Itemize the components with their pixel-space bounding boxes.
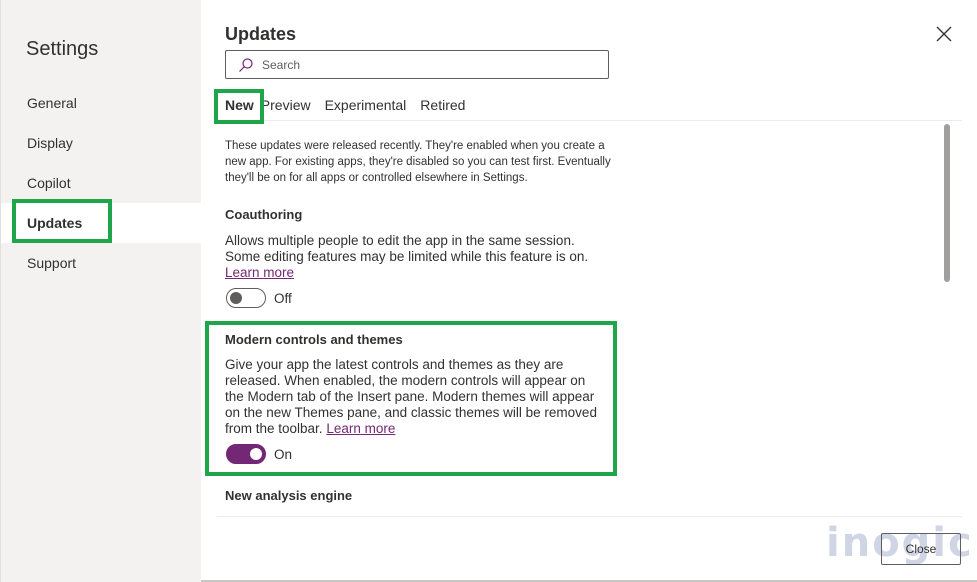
- feature-title-coauthoring: Coauthoring: [225, 207, 303, 222]
- search-box[interactable]: [225, 50, 609, 79]
- toggle-state-label: On: [274, 446, 293, 462]
- sidebar-item-copilot[interactable]: Copilot: [1, 163, 201, 203]
- feature-desc-modern-controls: Give your app the latest controls and th…: [225, 357, 605, 437]
- footer-divider: [217, 516, 962, 517]
- toggle-knob: [250, 448, 262, 460]
- toggle-modern-controls[interactable]: [226, 444, 266, 464]
- sidebar-title: Settings: [26, 38, 99, 60]
- toggle-row-coauthoring: Off: [226, 288, 292, 308]
- updates-panel: Updates New Preview Experimental Retired…: [201, 0, 977, 582]
- toggle-state-label: Off: [274, 290, 292, 306]
- tab-preview[interactable]: Preview: [261, 93, 325, 117]
- tab-experimental[interactable]: Experimental: [325, 93, 421, 117]
- sidebar-item-display[interactable]: Display: [1, 123, 201, 163]
- sidebar-item-updates[interactable]: Updates: [1, 203, 201, 243]
- feature-desc-coauthoring: Allows multiple people to edit the app i…: [225, 233, 610, 281]
- tabs-divider: [217, 120, 962, 121]
- feature-title-modern-controls: Modern controls and themes: [225, 332, 403, 347]
- intro-text: These updates were released recently. Th…: [225, 140, 611, 184]
- update-tabs: New Preview Experimental Retired: [225, 93, 472, 117]
- content-scrollbar[interactable]: [944, 124, 950, 282]
- tab-new[interactable]: New: [225, 93, 261, 117]
- feature-desc-text: Allows multiple people to edit the app i…: [225, 233, 589, 264]
- toggle-coauthoring[interactable]: [226, 288, 266, 308]
- toggle-knob: [230, 292, 242, 304]
- close-button[interactable]: Close: [881, 533, 961, 565]
- sidebar-item-general[interactable]: General: [1, 83, 201, 123]
- feature-desc-text: Give your app the latest controls and th…: [225, 357, 597, 436]
- learn-more-link-coauthoring[interactable]: Learn more: [225, 265, 294, 280]
- learn-more-link-modern-controls[interactable]: Learn more: [326, 421, 395, 436]
- tab-retired[interactable]: Retired: [420, 93, 472, 117]
- feature-title-analysis-engine: New analysis engine: [225, 488, 353, 503]
- sidebar-item-support[interactable]: Support: [1, 243, 201, 283]
- settings-sidebar: Settings General Display Copilot Updates…: [0, 0, 201, 582]
- close-icon[interactable]: [934, 24, 954, 44]
- search-icon: [239, 57, 253, 72]
- search-input[interactable]: [262, 57, 608, 72]
- toggle-row-modern-controls: On: [226, 444, 292, 464]
- page-title: Updates: [225, 24, 297, 44]
